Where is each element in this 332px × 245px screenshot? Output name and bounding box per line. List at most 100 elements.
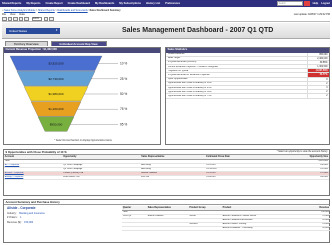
help-link[interactable]: Help [313,2,319,5]
stat-value: 2 [307,94,329,98]
pdf-icon[interactable] [18,17,23,21]
country-select[interactable]: United States ▼ [6,28,60,34]
nav-preferences[interactable]: Preferences [165,2,180,5]
top-nav: Shared Reports My Reports Create Report … [0,0,332,7]
cell-close-date: 10/8/2007 [205,175,268,180]
orders-value: 1 [20,216,22,219]
table-row[interactable]: Analog - Corporate From Select Cell Eric G… [4,175,329,180]
stat-label: % Quota Achieved (Current) [167,61,197,64]
refresh-icon[interactable] [43,17,48,21]
menu-file[interactable]: File [2,13,6,16]
purchase-history-table: Quarter Sales Representative Product Gro… [122,206,330,231]
settings-icon[interactable] [49,17,54,21]
cell-sales-rep: Eric Gal [140,175,206,180]
zoom-select[interactable]: 100% [31,17,42,21]
stat-value: 2 [307,81,329,85]
menubar: File View Data Last update: 9/28/07 1:29… [2,12,330,16]
chevron-down-icon: ▼ [55,29,58,32]
account-summary-panel: Account Summary and Purchase History All… [3,199,330,243]
funnel-amount-label: $3,825,000 [48,62,63,66]
nav-shared-reports[interactable]: Shared Reports [2,2,21,5]
excel-icon[interactable] [24,17,29,21]
stat-value: 1,362,500 [307,65,329,69]
nav-my-reports[interactable]: My Reports [26,2,40,5]
funnel-percent-label: 25 % [120,77,127,81]
stat-label: Open Opportunities [167,78,188,81]
print-icon[interactable] [7,17,12,21]
account-details: Allside - Corporate Industry: Banking an… [4,206,122,243]
nav-create-dashboard[interactable]: Create Dashboard [68,2,90,5]
funnel-amount-label: $1,200,000 [48,107,63,111]
opportunities-panel: 9 Opportunities with Close Probability o… [3,149,330,196]
last-updated: Last update: 9/28/07 1:29:02 PM [293,12,330,16]
funnel-title: Current Revenue Projection : $1,362,500 [4,48,160,53]
country-select-value: United States [9,29,28,33]
stat-value: 56.77% [307,73,329,77]
stat-row: Opportunities with Close Probability of … [166,94,329,99]
page-title: Sales Management Dashboard - 2007 Q1 QTD [122,27,274,34]
stat-label: Current Revenue Projection = Closed + We… [167,65,218,68]
opportunities-title: 9 Opportunities with Close Probability o… [5,150,67,154]
stat-value: 2,400,000 [307,56,329,60]
funnel-note: * Select Funnel Section to display Oppor… [54,139,112,142]
nav-my-dashboards[interactable]: My Dashboards [95,2,114,5]
tab-individual-rep-view[interactable]: Individual Account Rep View [50,41,107,46]
toolbar: 100% [2,17,330,22]
tab-territory-overview[interactable]: Territory Overview [5,41,48,46]
cell-quarter [122,226,147,231]
sales-statistics-panel: Sales Statistics Closed Revenue 950,000 Sa… [165,47,330,145]
email-icon[interactable] [13,17,18,21]
cell-opportunity: From Select Cell [62,175,141,180]
search-input[interactable]: Search [276,1,303,6]
nav-my-subscriptions[interactable]: My Subscriptions [119,2,141,5]
opportunities-table: Account Opportunity Sales Representative… [4,155,329,180]
stat-value: 950,000 [307,52,329,56]
funnel-amount-label: $1,980,000 [48,92,63,96]
cell-product: AdVent Fulfillment - Consulting [221,226,297,231]
funnel-percent-label: 10 % [120,62,127,66]
opportunities-hint: * Select an opportunity to view the acco… [276,151,328,153]
nav-history-list[interactable]: History List [146,2,160,5]
stat-label: Sales Target [167,57,181,60]
funnel-amount-label: $950,000 [50,122,63,126]
menu-data[interactable]: Data [19,13,24,16]
stat-label: Closed Revenue [167,53,185,56]
nav-create-report[interactable]: Create Report [45,2,62,5]
stat-label: Opportunities with Close Probability of … [167,82,212,85]
view-tabs: Territory Overview Individual Account Re… [2,40,330,46]
dashboard-header: United States ▼ Sales Management Dashboa… [2,23,330,39]
funnel-percent-label: 95 % [120,122,127,126]
cell-account[interactable]: Analog - Corporate [4,175,63,180]
stat-value: 39.58% [307,60,329,65]
industry-value: Banking and Insurance [19,211,45,215]
cell-size: 180,000 [267,175,329,180]
export-icon[interactable] [2,17,7,21]
table-row: AdVent Fulfillment - Consulting 35,000 [122,226,330,231]
account-name: Allside - Corporate [7,206,36,210]
stat-label: % Quota Achieved w. Revenue Projection [167,74,210,77]
industry-label: Industry: [7,211,17,215]
revenue-funnel-panel: Current Revenue Projection : $1,362,500 … [3,47,161,145]
purchase-history: Quarter Sales Representative Product Gro… [122,206,330,243]
funnel-chart: $3,825,000 10 % $2,730,000 25 % $1,980,000 50… [9,55,127,132]
cell-revenue: 35,000 [296,226,330,231]
stat-label: Opportunities with Close Probability of … [167,94,212,97]
stat-label: Opportunities with Close Probability of … [167,90,212,93]
orders-label: # Orders: [7,216,18,219]
revenue-label: Revenue ($): [7,220,22,224]
stat-value: (1,037,500) [307,69,329,73]
search-button[interactable] [303,1,310,6]
account-summary-title: Account Summary and Purchase History [4,200,329,205]
stat-value: 2 [307,90,329,94]
cell-history-rep [146,226,189,231]
logout-link[interactable]: Logout [321,2,330,5]
funnel-percent-label: 50 % [120,92,127,96]
cell-product-group [188,226,222,231]
funnel-amount-label: $2,730,000 [48,77,63,81]
stat-value: 9 [307,77,329,81]
menu-view[interactable]: View [10,13,15,16]
revenue-value: 150,000 [24,220,34,224]
stats-table: Closed Revenue 950,000 Sales Target 2,400,0… [166,52,329,99]
stat-label: Projection vs. Quota [167,69,189,72]
funnel-percent-label: 75 % [120,107,127,111]
